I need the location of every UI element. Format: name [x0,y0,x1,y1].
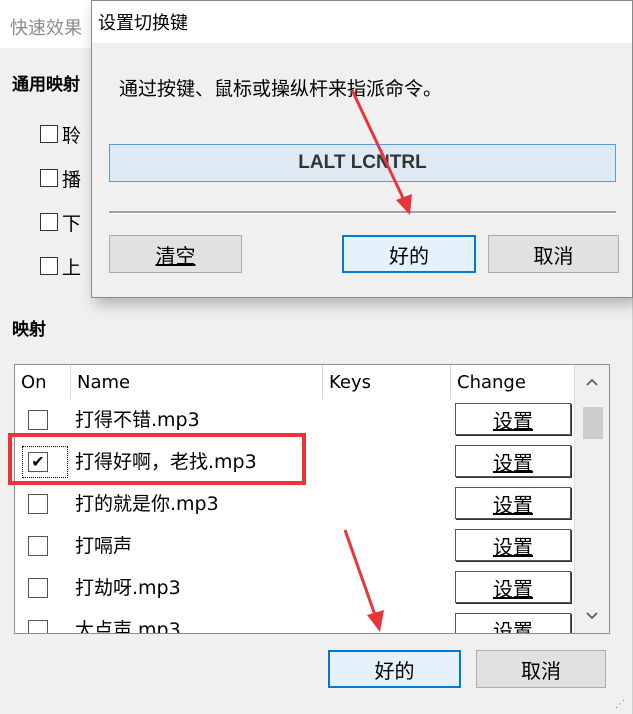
annotation-arrow-icon [350,89,412,215]
annotation-arrow-icon [343,529,384,632]
annotation-arrows [343,89,412,632]
